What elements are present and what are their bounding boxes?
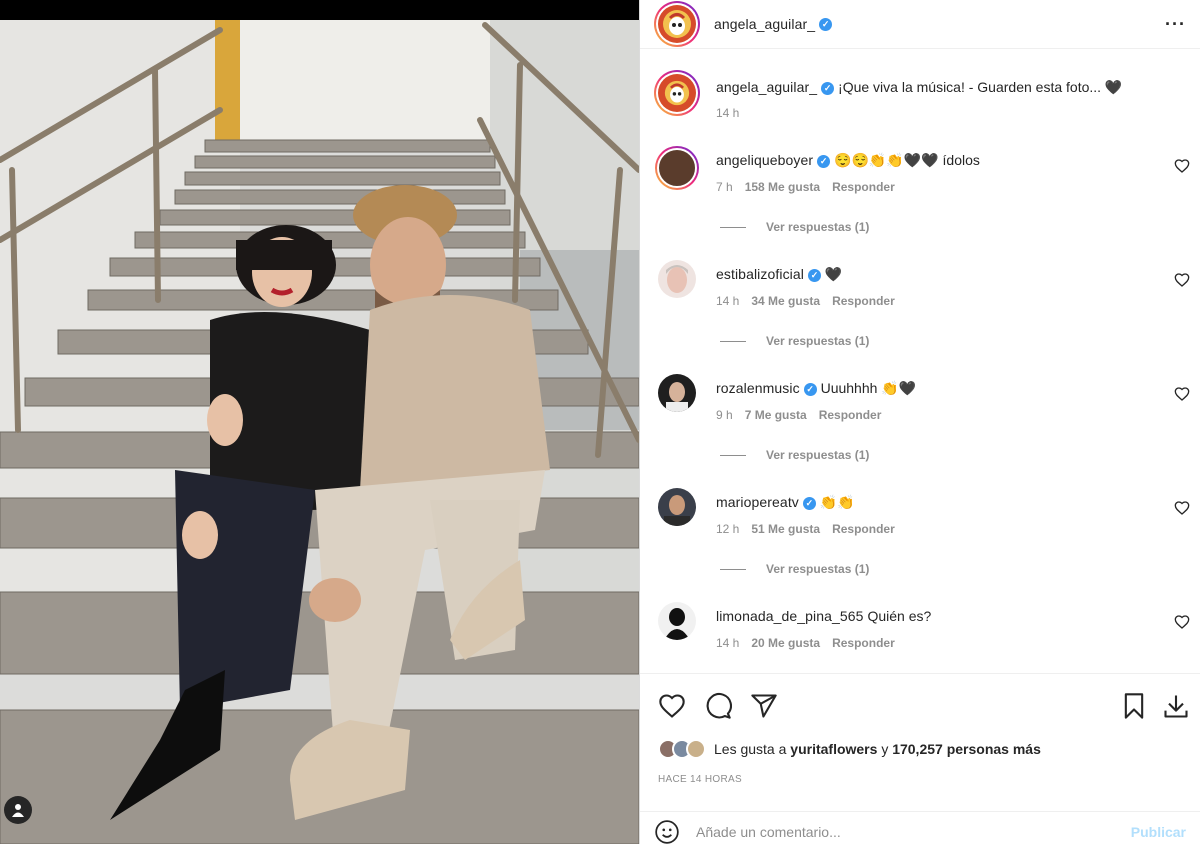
- like-comment-heart-icon[interactable]: [1174, 500, 1190, 516]
- likes-user[interactable]: yuritaflowers: [790, 741, 877, 757]
- verified-icon: ✓: [817, 154, 831, 168]
- avatar-image: [664, 608, 690, 640]
- comment-username[interactable]: angeliqueboyer: [716, 152, 813, 168]
- comment-meta: 9 h 7 Me gusta Responder: [716, 408, 893, 422]
- share-send-icon[interactable]: [750, 692, 778, 720]
- publish-button[interactable]: Publicar: [1131, 824, 1186, 840]
- reply-button[interactable]: Responder: [832, 294, 895, 308]
- comment-text: Uuuhhhh 👏🖤: [820, 380, 917, 396]
- comment-time[interactable]: 9 h: [716, 408, 733, 422]
- commenter-avatar[interactable]: [658, 374, 696, 412]
- like-comment-heart-icon[interactable]: [1174, 158, 1190, 174]
- commenter-avatar[interactable]: [658, 260, 696, 298]
- comment-likes[interactable]: 7 Me gusta: [745, 408, 807, 422]
- avatar-image: [666, 382, 688, 412]
- post-image: [0, 0, 639, 844]
- avatar-image: [664, 495, 690, 526]
- verified-icon: ✓: [819, 17, 833, 31]
- comment-text-row: marioperеatv ✓ 👏👏: [716, 493, 1160, 511]
- comments-list: angela_aguilar_ ✓ ¡Que viva la música! - …: [640, 58, 1200, 673]
- comment-time[interactable]: 14 h: [716, 294, 739, 308]
- save-bookmark-icon[interactable]: [1120, 692, 1148, 720]
- post-time-ago[interactable]: HACE 14 HORAS: [658, 774, 742, 785]
- reply-button[interactable]: Responder: [832, 522, 895, 536]
- likes-prefix: Les gusta a: [714, 741, 787, 757]
- comment-username[interactable]: marioperеatv: [716, 494, 799, 510]
- likes-mid: y: [881, 741, 889, 757]
- comment-text: 🖤: [824, 266, 843, 282]
- download-icon[interactable]: [1162, 692, 1190, 720]
- like-heart-icon[interactable]: [658, 692, 686, 720]
- comment-username[interactable]: rozalenmusic: [716, 380, 800, 396]
- post-photo[interactable]: [0, 0, 639, 844]
- comment-likes[interactable]: 34 Me gusta: [751, 294, 820, 308]
- commenter-avatar[interactable]: [658, 602, 696, 640]
- post-header: angela_aguilar_ ✓ ···: [640, 0, 1200, 49]
- comment-text-row: limonada_de_pina_565 Quién es?: [716, 607, 1160, 625]
- skull-avatar-icon: [664, 80, 690, 106]
- likes-summary[interactable]: Les gusta a yuritaflowers y 170,257 pers…: [658, 739, 1182, 759]
- comment-meta: 7 h 158 Me gusta Responder: [716, 180, 907, 194]
- comment-meta: 14 h 20 Me gusta Responder: [716, 636, 907, 650]
- commenter-avatar[interactable]: [655, 146, 699, 190]
- comment-time[interactable]: 7 h: [716, 180, 733, 194]
- commenter-avatar[interactable]: [658, 488, 696, 526]
- comment-time[interactable]: 12 h: [716, 522, 739, 536]
- view-replies-label: Ver respuestas (1): [766, 334, 870, 348]
- photo-top-bar: [0, 0, 639, 20]
- comment-meta: 14 h 34 Me gusta Responder: [716, 294, 907, 308]
- comment-text-row: estibalizoficial ✓ 🖤: [716, 265, 1160, 283]
- view-replies-button[interactable]: Ver respuestas (1): [720, 220, 869, 234]
- verified-icon: ✓: [807, 268, 821, 282]
- comment-text: 👏👏: [819, 494, 855, 510]
- comment-time[interactable]: 14 h: [716, 636, 739, 650]
- comment-likes[interactable]: 51 Me gusta: [751, 522, 820, 536]
- tagged-users-button[interactable]: [4, 796, 32, 824]
- caption-username[interactable]: angela_aguilar_: [716, 79, 817, 95]
- comment-text-row: angeliqueboyer ✓ 😌😌👏👏🖤🖤 ídolos: [716, 151, 1160, 169]
- view-replies-label: Ver respuestas (1): [766, 562, 870, 576]
- caption-meta: 14 h: [716, 106, 751, 120]
- comment-likes[interactable]: 20 Me gusta: [751, 636, 820, 650]
- comment-text-row: rozalenmusic ✓ Uuuhhhh 👏🖤: [716, 379, 1160, 397]
- comment-bubble-icon[interactable]: [704, 692, 732, 720]
- comment-input[interactable]: [696, 823, 1131, 840]
- verified-icon: ✓: [802, 496, 816, 510]
- verified-icon: ✓: [821, 81, 835, 95]
- view-replies-label: Ver respuestas (1): [766, 448, 870, 462]
- user-tag-icon: [12, 804, 24, 817]
- emoji-icon[interactable]: [654, 819, 680, 844]
- comment-username[interactable]: limonada_de_pina_565: [716, 608, 864, 624]
- caption-text-row: angela_aguilar_ ✓ ¡Que viva la música! - …: [716, 78, 1160, 96]
- like-comment-heart-icon[interactable]: [1174, 272, 1190, 288]
- reply-button[interactable]: Responder: [832, 180, 895, 194]
- author-avatar[interactable]: [654, 1, 700, 47]
- more-options-icon[interactable]: ···: [1165, 14, 1186, 35]
- like-comment-heart-icon[interactable]: [1174, 386, 1190, 402]
- caption-time[interactable]: 14 h: [716, 106, 739, 120]
- comment-text: Quién es?: [867, 608, 932, 624]
- comment-likes[interactable]: 158 Me gusta: [745, 180, 820, 194]
- like-comment-heart-icon[interactable]: [1174, 614, 1190, 630]
- comment-text: 😌😌👏👏🖤🖤 ídolos: [834, 152, 980, 168]
- view-replies-button[interactable]: Ver respuestas (1): [720, 448, 869, 462]
- caption-text: ¡Que viva la música! - Guarden esta foto…: [838, 79, 1123, 95]
- liker-avatars: [658, 739, 706, 759]
- view-replies-label: Ver respuestas (1): [766, 220, 870, 234]
- caption-avatar[interactable]: [654, 70, 700, 116]
- post-sidebar: angela_aguilar_ ✓ ··· angela_aguilar_ ✓ …: [639, 0, 1200, 844]
- view-replies-button[interactable]: Ver respuestas (1): [720, 334, 869, 348]
- reply-button[interactable]: Responder: [819, 408, 882, 422]
- action-bar: [640, 673, 1200, 735]
- author-username[interactable]: angela_aguilar_: [714, 16, 815, 32]
- view-replies-button[interactable]: Ver respuestas (1): [720, 562, 869, 576]
- likes-count[interactable]: 170,257 personas más: [892, 741, 1041, 757]
- skull-avatar-icon: [663, 10, 691, 38]
- avatar-image: [666, 265, 688, 293]
- reply-button[interactable]: Responder: [832, 636, 895, 650]
- add-comment-bar: Publicar: [640, 811, 1200, 844]
- comment-meta: 12 h 51 Me gusta Responder: [716, 522, 907, 536]
- verified-icon: ✓: [803, 382, 817, 396]
- comment-username[interactable]: estibalizoficial: [716, 266, 804, 282]
